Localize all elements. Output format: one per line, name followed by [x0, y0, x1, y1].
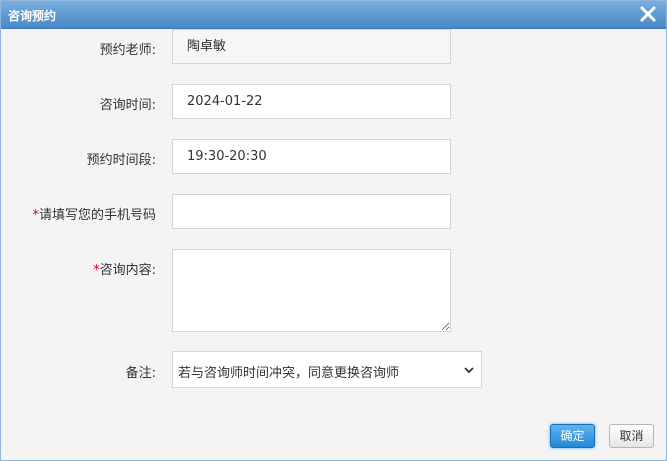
phone-label: *请填写您的手机号码: [32, 204, 156, 223]
confirm-button[interactable]: 确定: [550, 424, 595, 448]
phone-label-text: 请填写您的手机号码: [38, 208, 156, 223]
content-label: *咨询内容:: [93, 259, 156, 278]
close-icon[interactable]: [638, 4, 658, 24]
teacher-label: 预约老师:: [99, 43, 156, 58]
phone-input[interactable]: [172, 194, 451, 229]
content-textarea[interactable]: [172, 249, 451, 332]
consult-booking-dialog: 咨询预约 预约老师: 陶卓敏 咨询时间: 2024-01-22 预约时间段: 1…: [0, 0, 667, 461]
dialog-titlebar[interactable]: 咨询预约: [1, 1, 666, 29]
chevron-down-icon: [464, 367, 474, 374]
note-selected-value: 若与咨询师时间冲突，同意更换咨询师: [178, 366, 400, 381]
dialog-title: 咨询预约: [8, 9, 57, 23]
note-label: 备注:: [125, 366, 156, 381]
teacher-field: 陶卓敏: [172, 29, 451, 64]
time-slot-field[interactable]: 19:30-20:30: [172, 139, 451, 174]
date-label: 咨询时间:: [99, 98, 156, 113]
note-select[interactable]: 若与咨询师时间冲突，同意更换咨询师: [172, 351, 482, 388]
cancel-button[interactable]: 取消: [609, 424, 654, 448]
time-slot-label: 预约时间段:: [86, 153, 156, 168]
content-label-text: 咨询内容:: [99, 263, 156, 278]
date-field[interactable]: 2024-01-22: [172, 84, 451, 119]
